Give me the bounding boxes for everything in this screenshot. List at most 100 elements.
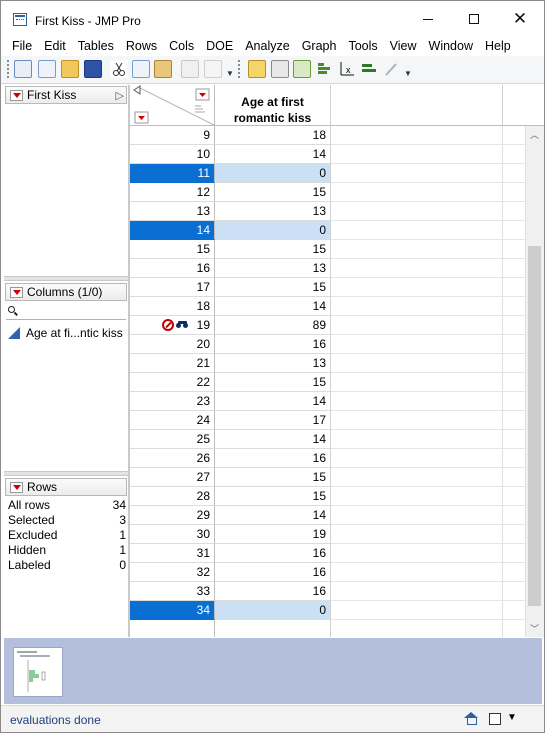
empty-cell[interactable] <box>331 183 503 202</box>
columns-panel-header[interactable]: Columns (1/0) <box>5 283 127 301</box>
panel-splitter[interactable] <box>4 471 128 476</box>
row-number[interactable]: 22 <box>130 373 215 392</box>
table-row[interactable]: 29 14 <box>130 506 526 525</box>
empty-cell[interactable] <box>503 506 526 525</box>
data-cell[interactable]: 14 <box>215 145 331 164</box>
red-triangle-icon[interactable] <box>10 481 23 493</box>
data-cell[interactable]: 13 <box>215 202 331 221</box>
annotate-icon[interactable] <box>382 60 400 78</box>
data-cell[interactable]: 15 <box>215 278 331 297</box>
empty-cell[interactable] <box>331 582 503 601</box>
row-number[interactable]: 15 <box>130 240 215 259</box>
data-cell[interactable]: 15 <box>215 468 331 487</box>
row-number[interactable]: 13 <box>130 202 215 221</box>
empty-cell[interactable] <box>503 354 526 373</box>
empty-cell[interactable] <box>503 601 526 620</box>
menu-tools[interactable]: Tools <box>342 37 383 55</box>
table-row[interactable]: 16 13 <box>130 259 526 278</box>
table-row[interactable]: 25 14 <box>130 430 526 449</box>
tabulate-icon[interactable] <box>293 60 311 78</box>
table-row[interactable]: 32 16 <box>130 563 526 582</box>
empty-cell[interactable] <box>331 221 503 240</box>
toolbar-dropdown-2[interactable]: ▼ <box>404 69 412 78</box>
table-row[interactable]: 26 16 <box>130 449 526 468</box>
row-number[interactable]: 9 <box>130 126 215 145</box>
data-cell[interactable]: 16 <box>215 335 331 354</box>
table-row[interactable]: 18 14 <box>130 297 526 316</box>
toolbar-grip-2[interactable] <box>238 60 240 78</box>
data-cell[interactable]: 15 <box>215 487 331 506</box>
empty-cell[interactable] <box>503 145 526 164</box>
menu-help[interactable]: Help <box>479 37 517 55</box>
data-cell[interactable]: 0 <box>215 601 331 620</box>
table-row[interactable]: 20 16 <box>130 335 526 354</box>
table-row[interactable]: 12 15 <box>130 183 526 202</box>
menu-graph[interactable]: Graph <box>296 37 343 55</box>
row-number[interactable]: 29 <box>130 506 215 525</box>
empty-cell[interactable] <box>503 449 526 468</box>
scroll-up-icon[interactable]: ︿ <box>530 128 539 141</box>
menu-tables[interactable]: Tables <box>72 37 120 55</box>
home-icon[interactable] <box>464 712 478 725</box>
empty-cell[interactable] <box>331 297 503 316</box>
red-triangle-icon[interactable] <box>10 89 23 101</box>
empty-cell[interactable] <box>331 316 503 335</box>
rows-stat-selected[interactable]: Selected 3 <box>8 513 126 528</box>
table-row[interactable]: 24 17 <box>130 411 526 430</box>
row-number[interactable]: 14 <box>130 221 215 240</box>
lock-icon[interactable] <box>204 60 222 78</box>
collapse-panel-icon[interactable]: ▷ <box>116 89 124 102</box>
data-cell[interactable]: 16 <box>215 544 331 563</box>
menu-rows[interactable]: Rows <box>120 37 163 55</box>
table-row[interactable]: 11 0 <box>130 164 526 183</box>
rows-stat-hidden[interactable]: Hidden 1 <box>8 543 126 558</box>
empty-cell[interactable] <box>503 544 526 563</box>
empty-cell[interactable] <box>503 430 526 449</box>
menu-analyze[interactable]: Analyze <box>239 37 295 55</box>
window-list-icon[interactable] <box>489 713 501 725</box>
data-cell[interactable]: 15 <box>215 183 331 202</box>
empty-cell[interactable] <box>503 316 526 335</box>
empty-cell[interactable] <box>331 601 503 620</box>
empty-cell[interactable] <box>331 126 503 145</box>
menu-view[interactable]: View <box>384 37 423 55</box>
empty-cell[interactable] <box>331 259 503 278</box>
data-cell[interactable]: 16 <box>215 582 331 601</box>
data-cell[interactable]: 15 <box>215 240 331 259</box>
data-cell[interactable]: 15 <box>215 373 331 392</box>
panel-splitter[interactable] <box>4 276 128 281</box>
empty-cell[interactable] <box>503 183 526 202</box>
table-row[interactable] <box>130 620 526 637</box>
vertical-scrollbar[interactable]: ︿ ﹀ <box>526 126 544 637</box>
empty-cell[interactable] <box>331 430 503 449</box>
table-row[interactable]: 10 14 <box>130 145 526 164</box>
table-row[interactable]: 33 16 <box>130 582 526 601</box>
table-row[interactable]: 27 15 <box>130 468 526 487</box>
empty-cell[interactable] <box>331 278 503 297</box>
empty-cell[interactable] <box>331 164 503 183</box>
table-view-icon[interactable] <box>271 60 289 78</box>
data-cell[interactable]: 18 <box>215 126 331 145</box>
row-number[interactable]: 23 <box>130 392 215 411</box>
empty-cell[interactable] <box>331 240 503 259</box>
empty-cell[interactable] <box>331 411 503 430</box>
row-number[interactable]: 30 <box>130 525 215 544</box>
menu-edit[interactable]: Edit <box>38 37 72 55</box>
toolbar-grip[interactable] <box>7 60 9 78</box>
data-cell[interactable]: 0 <box>215 221 331 240</box>
empty-cell[interactable] <box>503 468 526 487</box>
empty-cell[interactable] <box>503 563 526 582</box>
row-number[interactable]: 11 <box>130 164 215 183</box>
copy-icon[interactable] <box>132 60 150 78</box>
row-number[interactable] <box>130 620 215 637</box>
empty-cell[interactable] <box>503 259 526 278</box>
row-number[interactable]: 34 <box>130 601 215 620</box>
distribution-icon[interactable] <box>316 60 334 78</box>
data-cell[interactable]: 14 <box>215 430 331 449</box>
column-header-age[interactable]: Age at first romantic kiss <box>215 85 331 126</box>
close-button[interactable]: ✕ <box>497 1 543 37</box>
empty-cell[interactable] <box>331 620 503 637</box>
empty-cell[interactable] <box>503 297 526 316</box>
empty-cell[interactable] <box>331 506 503 525</box>
data-cell[interactable]: 13 <box>215 259 331 278</box>
